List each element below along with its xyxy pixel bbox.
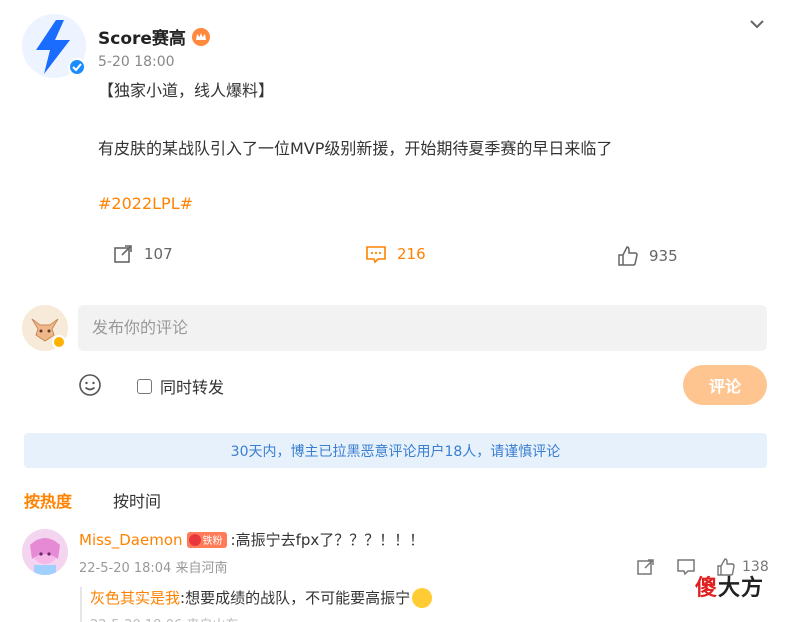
share-count: 107 [144,245,173,263]
moderation-notice: 30天内，博主已拉黑恶意评论用户18人，请谨慎评论 [24,433,767,468]
repost-label: 同时转发 [160,378,225,397]
comment-meta: 22-5-20 18:04 来自河南 [79,561,228,576]
post-text-line1: 【独家小道，线人爆料】 [98,81,275,100]
tab-sort-time[interactable]: 按时间 [113,488,161,512]
post-actions: 107 216 935 [0,240,786,270]
fan-badge: 铁粉 [186,531,227,548]
crown-badge-icon [191,27,210,46]
reply-line: 灰色其实是我 :想要成绩的战队，不可能要高振宁 [90,587,720,608]
comment-share-icon[interactable] [636,557,656,577]
submit-comment-button[interactable]: 评论 [683,365,767,405]
like-button[interactable]: 935 [617,245,678,267]
comment-input[interactable]: 发布你的评论 [78,305,767,351]
comment-text: :高振宁去fpx了？？？！！！ [230,531,425,549]
comment-icon [366,246,386,264]
comment-reply-icon[interactable] [676,557,696,577]
comment-count: 216 [397,245,426,263]
post-hashtag[interactable]: #2022LPL# [98,193,193,215]
reply-user-name[interactable]: 灰色其实是我 [90,587,180,608]
repost-checkbox[interactable]: 同时转发 [137,374,224,398]
composer-tools: 同时转发 评论 [0,365,786,407]
author-name-row: Score赛高 [98,24,210,49]
commenter-name[interactable]: Miss_Daemon [79,531,183,549]
tab-sort-hot[interactable]: 按热度 [24,488,72,512]
share-icon [114,245,132,263]
laugh-emoji-icon [412,587,433,608]
post-time: 5-20 18:00 [98,54,175,70]
commenter-avatar[interactable] [22,529,68,575]
checkbox-icon[interactable] [137,378,152,394]
reply-meta: 22-5-20 18:06 来自山东 [90,614,720,622]
like-count: 935 [649,247,678,265]
heart-icon [188,533,201,546]
author-name[interactable]: Score赛高 [98,24,186,49]
verified-badge-icon [68,58,86,76]
share-button[interactable]: 107 [112,243,173,265]
post-text-line2: 有皮肤的某战队引入了一位MVP级别新援，开始期待夏季赛的早日来临了 [98,139,613,158]
comment-item: Miss_Daemon 铁粉 :高振宁去fpx了？？？！！！ 22-5-20 1… [22,525,772,622]
comment-button[interactable]: 216 [365,243,426,265]
author-avatar[interactable] [22,14,86,78]
emoji-icon[interactable] [78,373,102,397]
comment-line: Miss_Daemon 铁粉 :高振宁去fpx了？？？！！！ [79,529,424,550]
reply-text: :想要成绩的战队，不可能要高振宁 [180,589,411,607]
chevron-down-icon[interactable] [747,14,767,34]
watermark: 傻大方 [695,570,764,602]
reply-item: 灰色其实是我 :想要成绩的战队，不可能要高振宁 22-5-20 18:06 来自… [80,587,720,622]
fan-badge-label: 铁粉 [202,536,223,547]
thumbs-up-icon [618,246,638,266]
watermark-first: 傻 [695,576,719,601]
current-user-avatar[interactable] [22,305,68,351]
post-header: Score赛高 5-20 18:00 [22,14,764,78]
user-verified-badge-icon [52,335,66,349]
watermark-rest: 大方 [718,576,765,601]
anime-avatar-icon [22,529,68,575]
